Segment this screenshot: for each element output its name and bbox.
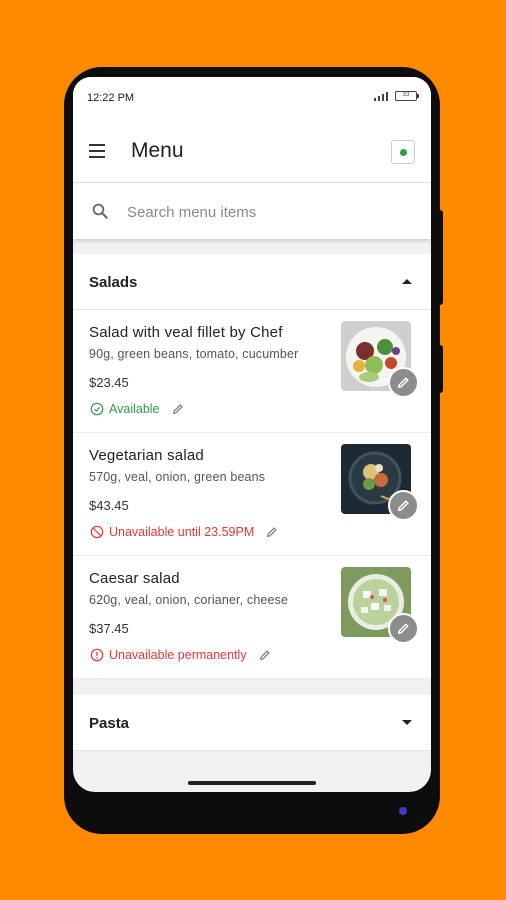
menu-item[interactable]: Vegetarian salad 570g, veal, onion, gree… bbox=[73, 433, 431, 556]
pencil-icon bbox=[397, 623, 409, 635]
category-pasta: Pasta bbox=[73, 695, 431, 751]
status-label: Available bbox=[109, 402, 160, 416]
alert-circle-icon bbox=[90, 648, 104, 662]
item-description: 570g, veal, onion, green beans bbox=[89, 470, 266, 484]
signal-icon bbox=[374, 91, 392, 101]
app-bar: Menu bbox=[73, 121, 431, 183]
search-bar bbox=[73, 183, 431, 239]
page-title: Menu bbox=[131, 139, 184, 162]
availability-status: Unavailable permanently bbox=[90, 648, 272, 662]
item-price: $23.45 bbox=[89, 375, 129, 390]
pencil-icon[interactable] bbox=[171, 402, 185, 416]
status-icons: 33 bbox=[374, 91, 419, 101]
hamburger-icon[interactable] bbox=[87, 143, 109, 161]
edit-item-button[interactable] bbox=[388, 490, 419, 521]
camera-dot bbox=[399, 807, 407, 815]
category-title: Pasta bbox=[89, 715, 130, 732]
category-header[interactable]: Salads bbox=[73, 254, 431, 310]
check-circle-icon bbox=[90, 402, 104, 416]
status-time: 12:22 PM bbox=[87, 92, 135, 104]
menu-item[interactable]: Salad with veal fillet by Chef 90g, gree… bbox=[73, 310, 431, 433]
edit-item-button[interactable] bbox=[388, 613, 419, 644]
item-description: 90g, green beans, tomato, cucumber bbox=[89, 347, 299, 361]
search-input[interactable] bbox=[127, 201, 407, 223]
status-label: Unavailable until 23.59PM bbox=[109, 525, 255, 539]
edit-item-button[interactable] bbox=[388, 367, 419, 398]
caret-down-icon[interactable] bbox=[402, 720, 412, 725]
caret-up-icon[interactable] bbox=[402, 279, 412, 284]
home-indicator[interactable] bbox=[188, 781, 316, 785]
pencil-icon[interactable] bbox=[258, 648, 272, 662]
pencil-icon[interactable] bbox=[265, 525, 279, 539]
pencil-icon bbox=[397, 500, 409, 512]
item-description: 620g, veal, onion, corianer, cheese bbox=[89, 593, 289, 607]
item-name: Salad with veal fillet by Chef bbox=[89, 324, 283, 341]
item-name: Vegetarian salad bbox=[89, 447, 204, 464]
volume-button bbox=[437, 210, 443, 305]
clock-icon bbox=[90, 525, 104, 539]
status-bar: 12:22 PM 33 bbox=[73, 77, 431, 121]
battery-icon: 33 bbox=[395, 91, 419, 101]
pencil-icon bbox=[397, 377, 409, 389]
menu-item[interactable]: Caesar salad 620g, veal, onion, corianer… bbox=[73, 556, 431, 679]
status-label: Unavailable permanently bbox=[109, 648, 247, 662]
search-icon bbox=[92, 203, 108, 219]
online-status-toggle[interactable] bbox=[391, 140, 415, 164]
category-salads: Salads Salad with veal fillet by Chef 90… bbox=[73, 254, 431, 679]
power-button bbox=[437, 345, 443, 393]
availability-status: Unavailable until 23.59PM bbox=[90, 525, 279, 539]
item-name: Caesar salad bbox=[89, 570, 180, 587]
category-header[interactable]: Pasta bbox=[73, 695, 431, 751]
online-dot-icon bbox=[399, 148, 407, 156]
item-price: $43.45 bbox=[89, 498, 129, 513]
item-price: $37.45 bbox=[89, 621, 129, 636]
availability-status: Available bbox=[90, 402, 185, 416]
category-title: Salads bbox=[89, 274, 138, 291]
app-screen: 12:22 PM 33 Menu Salads Salad with bbox=[73, 77, 431, 792]
